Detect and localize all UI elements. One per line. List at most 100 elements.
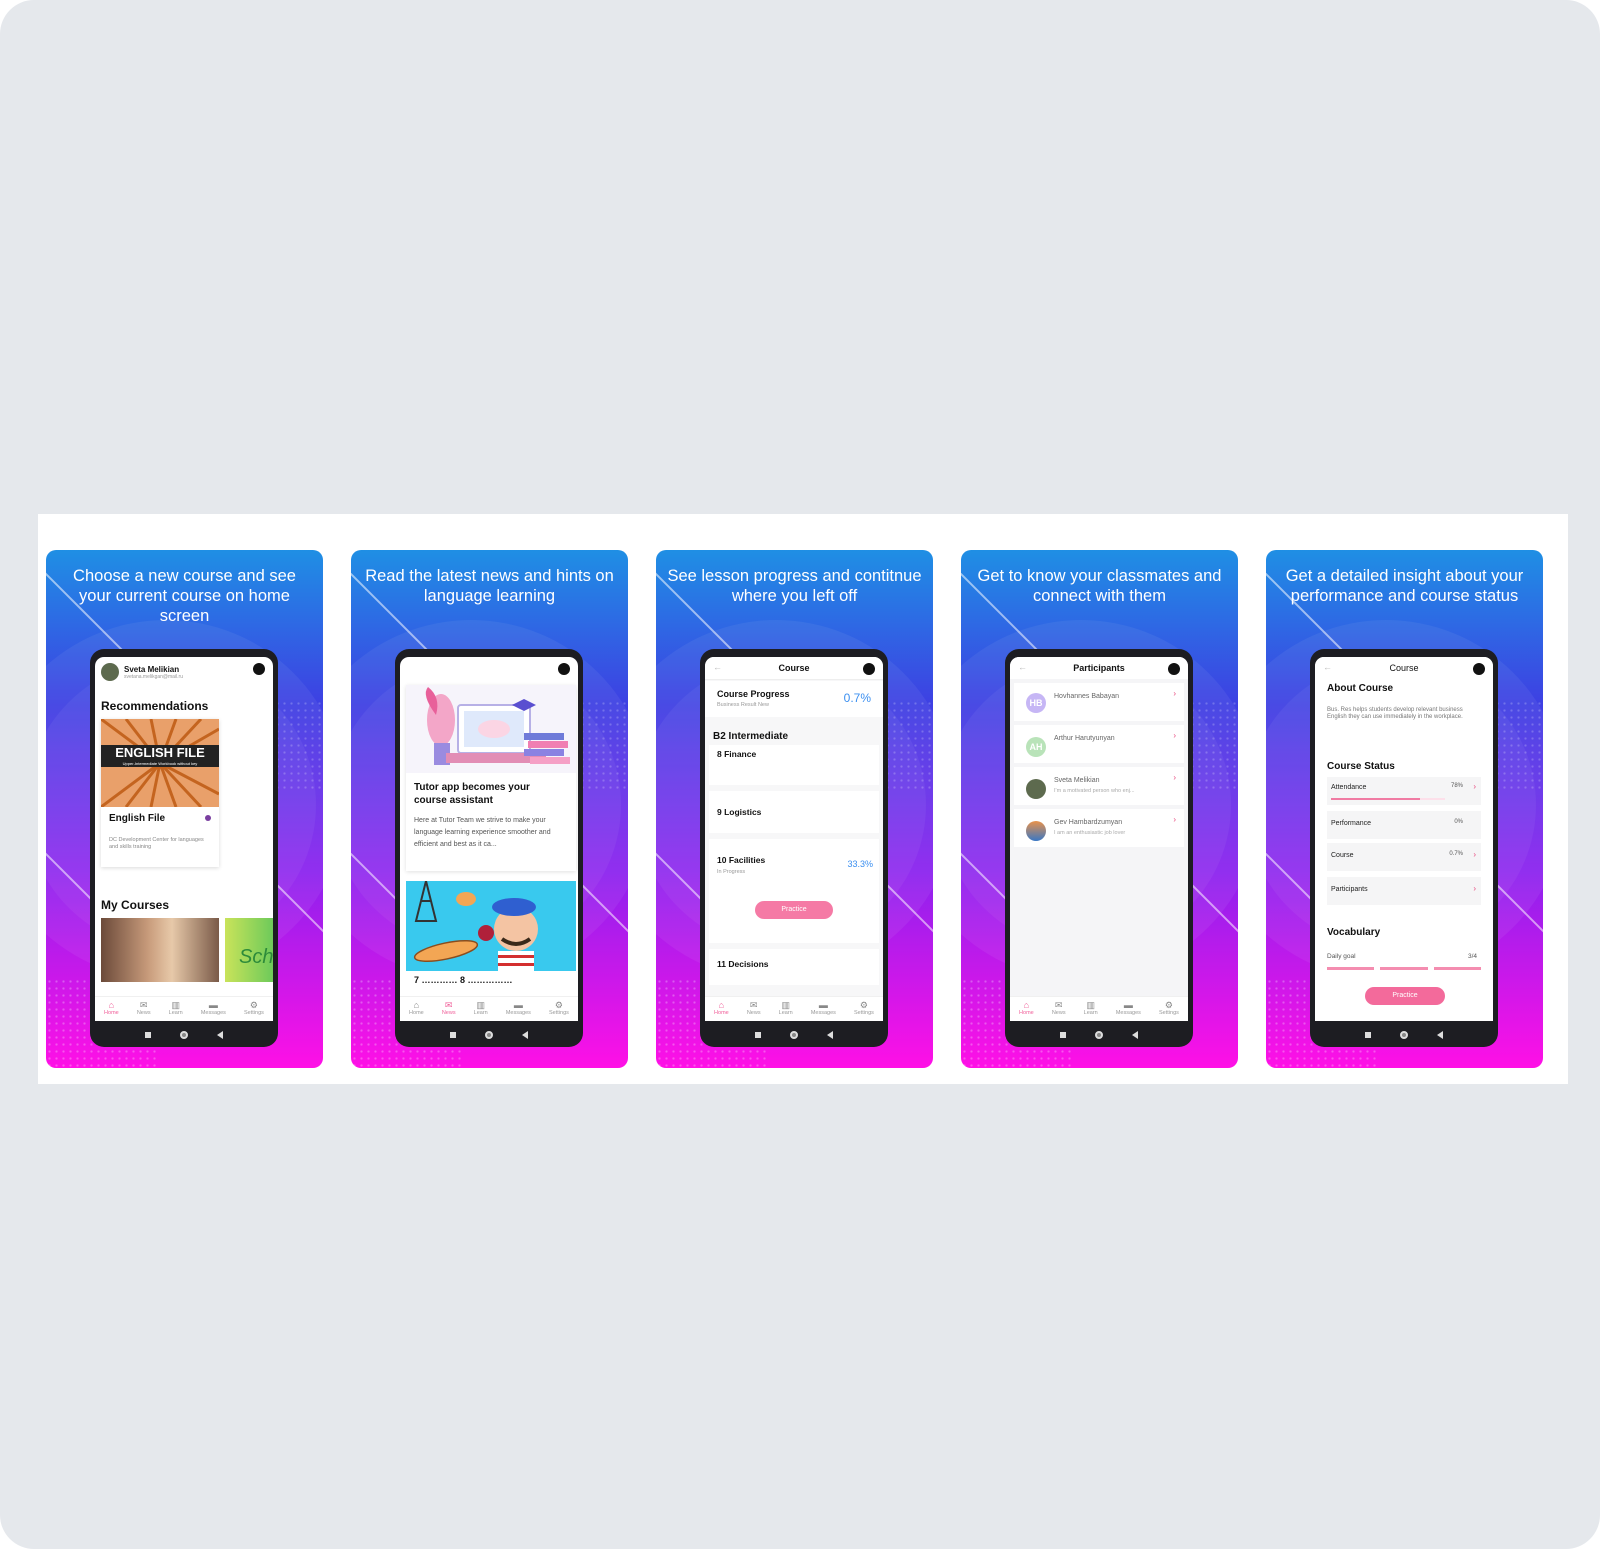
my-course-thumbnail-2[interactable]: Sch [225,918,273,982]
home-button-icon[interactable] [1094,1031,1103,1039]
participant-name: Hovhannes Babayan [1054,693,1119,700]
progress-sub: Business Result New [717,702,769,708]
tab-bar: ⌂ Home ✉ News ▥ Learn ▬ Messages ⚙ Settings [400,996,578,1021]
tab-news[interactable]: ✉ News [137,997,151,1021]
tab-messages[interactable]: ▬ Messages [201,997,226,1021]
lesson-row[interactable]: 11 Decisions [709,949,879,985]
participant-row[interactable]: HB Hovhannes Babayan › [1014,683,1184,721]
participant-row[interactable]: Gev Hambardzumyan I am an enthusiastic j… [1014,809,1184,847]
recommendations-title: Recommendations [101,699,209,713]
phone-frame: Tutor app becomes your course assistant … [395,649,583,1047]
back-icon[interactable] [827,1031,834,1039]
home-button-icon[interactable] [179,1031,188,1039]
chat-icon: ▬ [1123,1000,1133,1010]
tab-messages[interactable]: ▬ Messages [811,997,836,1021]
goal-segment [1327,967,1375,970]
card-caption: Choose a new course and see your current… [73,567,296,625]
chevron-right-icon: › [1173,815,1176,824]
lesson-row-active[interactable]: 10 Facilities In Progress 33.3% Practice [709,839,879,943]
tab-settings[interactable]: ⚙ Settings [1159,997,1179,1021]
tab-settings[interactable]: ⚙ Settings [244,997,264,1021]
tab-news[interactable]: ✉ News [442,997,456,1021]
lesson-title: 10 Facilities [717,855,766,865]
header-title: Participants [1073,663,1125,673]
tab-messages[interactable]: ▬ Messages [506,997,531,1021]
lesson-row[interactable]: 8 Finance [709,745,879,785]
tab-learn[interactable]: ▥ Learn [474,997,488,1021]
phone-screen: ← Participants HB Hovhannes Babayan › AH… [1010,657,1188,1021]
status-label: Participants [1331,886,1368,893]
tab-label: News [136,1010,151,1016]
tab-messages[interactable]: ▬ Messages [1116,997,1141,1021]
recommended-course-card[interactable]: ENGLISH FILE Upper-Intermediate Workbook… [101,719,219,867]
back-icon[interactable] [1132,1031,1139,1039]
card-home: Choose a new course and see your current… [46,550,323,1068]
participant-row[interactable]: AH Arthur Harutyunyan › [1014,725,1184,763]
status-row-course[interactable]: Course 0.7% › [1327,843,1481,871]
chevron-right-icon: › [1173,773,1176,782]
recents-icon[interactable] [754,1032,761,1038]
practice-button[interactable]: Practice [755,901,833,919]
tab-home[interactable]: ⌂ Home [409,997,424,1021]
recents-icon[interactable] [144,1032,151,1038]
tab-learn[interactable]: ▥ Learn [169,997,183,1021]
lesson-row[interactable]: 9 Logistics [709,791,879,833]
tab-label: Messages [505,1010,531,1016]
recents-icon[interactable] [449,1032,456,1038]
tab-settings[interactable]: ⚙ Settings [549,997,569,1021]
user-name: Sveta Melikian [124,664,180,674]
laptop-illustration [425,687,570,765]
card-course-status: Get a detailed insight about your perfor… [1266,550,1543,1068]
tab-home[interactable]: ⌂ Home [104,997,119,1021]
recents-icon[interactable] [1059,1032,1066,1038]
android-nav [395,1023,583,1047]
status-row-attendance[interactable]: Attendance 78% › [1327,777,1481,805]
my-course-thumbnail[interactable] [101,918,219,982]
header-title: Course [1389,663,1419,673]
camera-icon [863,663,875,675]
home-button-icon[interactable] [484,1031,493,1039]
android-nav [1005,1023,1193,1047]
status-label: Attendance [1331,784,1367,791]
participant-row[interactable]: Sveta Melikian I'm a motivated person wh… [1014,767,1184,805]
avatar[interactable] [101,663,119,681]
tab-label: Learn [1083,1010,1098,1016]
status-row-performance[interactable]: Performance 0% [1327,811,1481,839]
tab-label: Settings [1159,1010,1179,1016]
tab-settings[interactable]: ⚙ Settings [854,997,874,1021]
back-icon[interactable] [217,1031,224,1039]
back-icon[interactable] [522,1031,529,1039]
status-row-participants[interactable]: Participants › [1327,877,1481,905]
book-icon: ▥ [476,1000,485,1010]
camera-icon [1473,663,1485,675]
home-button-icon[interactable] [789,1031,798,1039]
practice-button[interactable]: Practice [1365,987,1445,1005]
tab-home[interactable]: ⌂ Home [1019,997,1034,1021]
phone-screen: Sveta Melikian svetana.melikgan@mail.ru … [95,657,273,1021]
article-excerpt: Here at Tutor Team we strive to make you… [414,817,551,848]
book-cover: ENGLISH FILE Upper-Intermediate Workbook… [101,719,219,807]
tab-label: Messages [1115,1010,1141,1016]
about-title: About Course [1327,683,1394,694]
home-button-icon[interactable] [1399,1031,1408,1039]
home-icon: ⌂ [1023,1000,1030,1010]
course-title: English File [109,813,166,824]
tab-learn[interactable]: ▥ Learn [1084,997,1098,1021]
tab-learn[interactable]: ▥ Learn [779,997,793,1021]
phone-screen: ← Course Course Progress Business Result… [705,657,883,1021]
tab-home[interactable]: ⌂ Home [714,997,729,1021]
back-icon[interactable] [1437,1031,1444,1039]
participant-name: Arthur Harutyunyan [1054,735,1115,742]
android-nav [700,1023,888,1047]
tab-label: Home [714,1010,729,1016]
recents-icon[interactable] [1364,1032,1371,1038]
participant-name: Sveta Melikian [1054,777,1100,784]
user-email: svetana.melikgan@mail.ru [124,673,183,680]
news-card[interactable]: Tutor app becomes your course assistant … [406,685,576,871]
tab-news[interactable]: ✉ News [747,997,761,1021]
news-card-2[interactable] [406,881,576,971]
progress-row: Course Progress Business Result New 0.7% [705,681,883,717]
chevron-right-icon: › [1473,850,1476,859]
lesson-title: 9 Logistics [717,807,762,817]
tab-news[interactable]: ✉ News [1052,997,1066,1021]
